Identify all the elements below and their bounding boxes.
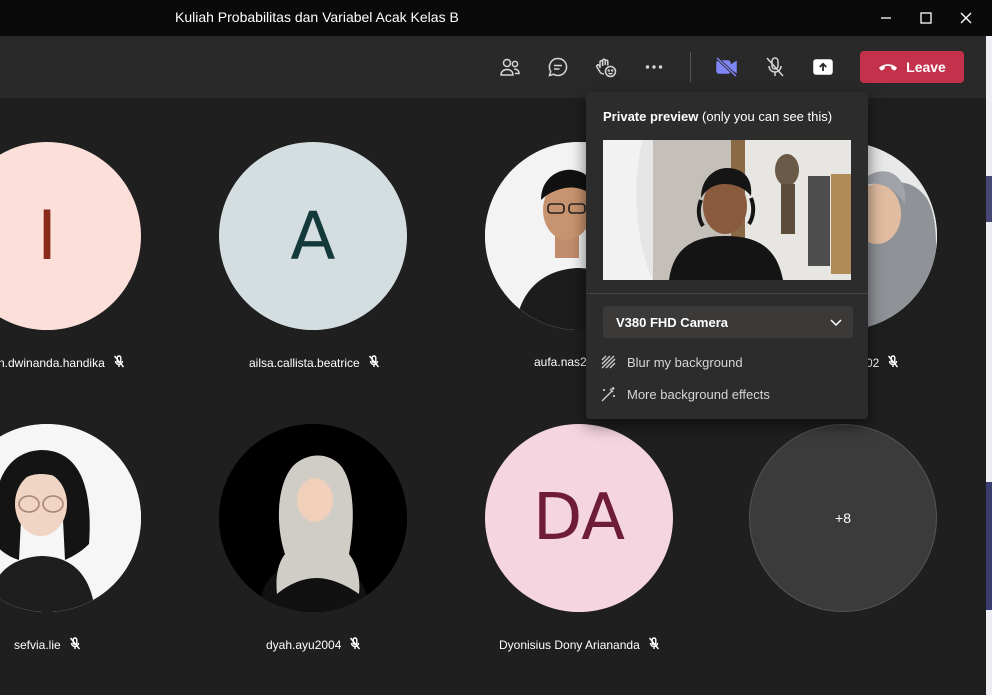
participant-photo-image [0, 424, 141, 612]
participant-avatar[interactable]: DA [485, 424, 673, 612]
chat-button[interactable] [541, 50, 575, 84]
camera-preview-image [603, 140, 851, 280]
avatar-initials: I [36, 196, 58, 276]
participant-name: ailsa.callista.beatrice [249, 356, 360, 370]
participant-name-tag: Dyonisius Dony Ariananda [499, 637, 660, 653]
participant-name-tag: 02 [866, 355, 899, 371]
mic-off-icon [368, 355, 380, 371]
participant-photo[interactable] [219, 424, 407, 612]
participant-photo-image [219, 424, 407, 612]
participant-name: n.dwinanda.handika [0, 356, 105, 370]
mic-off-icon [887, 355, 899, 371]
minimize-button[interactable] [866, 0, 906, 36]
camera-preview [603, 140, 851, 280]
popup-title-bold: Private preview [603, 109, 699, 124]
mic-off-icon [349, 637, 361, 653]
participant-photo[interactable] [0, 424, 141, 612]
leave-button[interactable]: Leave [860, 51, 964, 83]
maximize-button[interactable] [906, 0, 946, 36]
mic-off-icon [766, 57, 784, 77]
effects-icon [601, 387, 615, 402]
participant-name: dyah.ayu2004 [266, 638, 342, 652]
more-icon [645, 65, 663, 69]
leave-label: Leave [906, 59, 946, 75]
mic-off-icon [69, 637, 81, 653]
toolbar-divider [690, 52, 691, 82]
participant-name-tag: ailsa.callista.beatrice [249, 355, 380, 371]
camera-toggle-button[interactable] [710, 50, 744, 84]
avatar-initials: DA [533, 481, 625, 555]
avatar-initials: A [290, 197, 336, 275]
camera-select-value: V380 FHD Camera [616, 315, 728, 330]
participant-name-tag: dyah.ayu2004 [266, 637, 361, 653]
private-preview-popup: Private preview (only you can see this) [586, 92, 868, 419]
meeting-toolbar: Leave [0, 36, 986, 98]
participant-name: 02 [866, 356, 880, 370]
people-button[interactable] [493, 50, 527, 84]
more-options-button[interactable] [637, 50, 671, 84]
blur-background-option[interactable]: Blur my background [600, 351, 743, 373]
blur-background-label: Blur my background [627, 354, 743, 370]
mic-off-icon [113, 355, 125, 371]
chat-icon [548, 57, 568, 77]
chevron-down-icon [829, 315, 843, 334]
background-app-accent [986, 176, 992, 222]
blur-icon [601, 355, 616, 369]
participant-name-tag: aufa.nas20 [534, 355, 593, 369]
close-button[interactable] [946, 0, 986, 36]
mic-toggle-button[interactable] [758, 50, 792, 84]
participant-name: Dyonisius Dony Ariananda [499, 638, 640, 652]
camera-select[interactable]: V380 FHD Camera [603, 306, 853, 338]
background-effects-option[interactable]: More background effects [600, 383, 770, 405]
share-icon [813, 59, 833, 75]
popup-title-rest: (only you can see this) [702, 109, 833, 124]
participant-name-tag: n.dwinanda.handika [0, 355, 125, 371]
hangup-icon [879, 64, 898, 71]
people-icon [500, 58, 520, 76]
participant-name: sefvia.lie [14, 638, 61, 652]
camera-icon [715, 56, 738, 78]
more-participants-tile[interactable]: +8 [749, 424, 937, 612]
title-bar: Kuliah Probabilitas dan Variabel Acak Ke… [0, 0, 992, 36]
mic-off-icon [648, 637, 660, 653]
share-button[interactable] [806, 50, 840, 84]
more-participants-count: +8 [835, 510, 851, 526]
window-title: Kuliah Probabilitas dan Variabel Acak Ke… [175, 9, 459, 25]
reactions-button[interactable] [589, 50, 623, 84]
popup-title: Private preview (only you can see this) [603, 109, 832, 124]
participant-avatar[interactable]: I [0, 142, 141, 330]
participant-avatar[interactable]: A [219, 142, 407, 330]
background-effects-label: More background effects [627, 386, 770, 402]
participant-name: aufa.nas20 [534, 355, 594, 369]
popup-divider [586, 293, 868, 294]
background-app-accent [986, 482, 992, 610]
teams-meeting-window: Kuliah Probabilitas dan Variabel Acak Ke… [0, 0, 992, 695]
participant-name-tag: sefvia.lie [14, 637, 81, 653]
reactions-icon [595, 58, 617, 78]
